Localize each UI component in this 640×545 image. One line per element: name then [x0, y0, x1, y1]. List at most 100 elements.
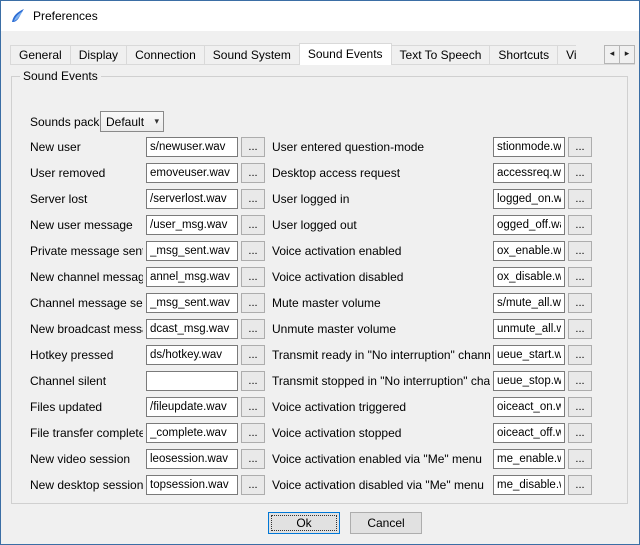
sound-file-input[interactable]: [493, 241, 565, 261]
sound-event-row: Mute master volume ...: [272, 293, 592, 313]
tab-sound-events[interactable]: Sound Events: [299, 43, 392, 65]
sound-file-input[interactable]: [493, 371, 565, 391]
browse-button[interactable]: ...: [568, 423, 592, 443]
sound-file-input[interactable]: [146, 449, 238, 469]
sound-file-input[interactable]: [493, 397, 565, 417]
sound-event-row: Unmute master volume ...: [272, 319, 592, 339]
tab-scroll-left-button[interactable]: ◂: [604, 45, 620, 64]
browse-button[interactable]: ...: [568, 215, 592, 235]
tab-scroll-right-button[interactable]: ▸: [619, 45, 635, 64]
sound-event-row: Voice activation enabled ...: [272, 241, 592, 261]
event-label: Channel message sent: [30, 296, 143, 310]
window-title: Preferences: [33, 9, 98, 23]
sound-event-row: Private message sent ...: [30, 241, 265, 261]
arrow-right-icon: ▸: [625, 49, 630, 59]
browse-button[interactable]: ...: [241, 163, 265, 183]
browse-button[interactable]: ...: [568, 137, 592, 157]
browse-button[interactable]: ...: [241, 345, 265, 365]
tab-shortcuts[interactable]: Shortcuts: [489, 45, 558, 65]
event-label: Private message sent: [30, 244, 143, 258]
sound-file-input[interactable]: [493, 449, 565, 469]
sound-event-row: New desktop session ...: [30, 475, 265, 495]
sound-file-input[interactable]: [146, 215, 238, 235]
tab-text-to-speech[interactable]: Text To Speech: [391, 45, 491, 65]
browse-button[interactable]: ...: [568, 319, 592, 339]
browse-button[interactable]: ...: [241, 215, 265, 235]
sound-file-input[interactable]: [146, 137, 238, 157]
title-bar: Preferences: [1, 1, 639, 31]
sound-file-input[interactable]: [493, 215, 565, 235]
sound-event-row: Channel silent ...: [30, 371, 265, 391]
browse-button[interactable]: ...: [568, 475, 592, 495]
browse-button[interactable]: ...: [568, 397, 592, 417]
sound-event-row: Desktop access request ...: [272, 163, 592, 183]
browse-button[interactable]: ...: [568, 449, 592, 469]
browse-button[interactable]: ...: [568, 267, 592, 287]
sound-file-input[interactable]: [146, 189, 238, 209]
arrow-left-icon: ◂: [610, 49, 615, 59]
browse-button[interactable]: ...: [241, 397, 265, 417]
sound-file-input[interactable]: [146, 423, 238, 443]
browse-button[interactable]: ...: [241, 475, 265, 495]
sound-file-input[interactable]: [493, 423, 565, 443]
tab-scrollers: ◂ ▸: [604, 45, 635, 64]
browse-button[interactable]: ...: [241, 189, 265, 209]
sound-file-input[interactable]: [493, 189, 565, 209]
tab-connection[interactable]: Connection: [126, 45, 205, 65]
browse-button[interactable]: ...: [241, 293, 265, 313]
browse-button[interactable]: ...: [241, 449, 265, 469]
event-label: New channel message: [30, 270, 143, 284]
sound-event-row: Voice activation stopped ...: [272, 423, 592, 443]
event-label: Voice activation disabled: [272, 270, 490, 284]
event-label: New user message: [30, 218, 143, 232]
browse-button[interactable]: ...: [568, 163, 592, 183]
tab-video[interactable]: Video: [557, 45, 576, 65]
sound-event-row: User logged out ...: [272, 215, 592, 235]
sound-file-input[interactable]: [493, 293, 565, 313]
sound-file-input[interactable]: [146, 475, 238, 495]
sound-file-input[interactable]: [146, 345, 238, 365]
browse-button[interactable]: ...: [568, 189, 592, 209]
browse-button[interactable]: ...: [241, 423, 265, 443]
sound-event-row: User entered question-mode ...: [272, 137, 592, 157]
sound-file-input[interactable]: [493, 267, 565, 287]
sound-file-input[interactable]: [146, 319, 238, 339]
browse-button[interactable]: ...: [241, 267, 265, 287]
sound-event-row: Transmit stopped in "No interruption" ch…: [272, 371, 592, 391]
sound-event-row: New video session ...: [30, 449, 265, 469]
cancel-button[interactable]: Cancel: [350, 512, 422, 534]
browse-button[interactable]: ...: [568, 293, 592, 313]
sound-file-input[interactable]: [493, 137, 565, 157]
browse-button[interactable]: ...: [241, 241, 265, 261]
event-label: Unmute master volume: [272, 322, 490, 336]
sound-file-input[interactable]: [146, 397, 238, 417]
browse-button[interactable]: ...: [241, 137, 265, 157]
browse-button[interactable]: ...: [568, 371, 592, 391]
event-label: User logged in: [272, 192, 490, 206]
sound-file-input[interactable]: [493, 475, 565, 495]
sound-file-input[interactable]: [146, 163, 238, 183]
sound-file-input[interactable]: [146, 267, 238, 287]
sound-file-input[interactable]: [493, 345, 565, 365]
tabs-strip: GeneralDisplayConnectionSound SystemSoun…: [10, 43, 576, 65]
sounds-pack-select[interactable]: Default ▾: [100, 111, 164, 132]
event-label: New user: [30, 140, 143, 154]
sound-file-input[interactable]: [493, 319, 565, 339]
sound-event-row: New user ...: [30, 137, 265, 157]
tab-display[interactable]: Display: [70, 45, 127, 65]
browse-button[interactable]: ...: [568, 241, 592, 261]
browse-button[interactable]: ...: [241, 319, 265, 339]
tab-sound-system[interactable]: Sound System: [204, 45, 300, 65]
browse-button[interactable]: ...: [241, 371, 265, 391]
sound-file-input[interactable]: [146, 293, 238, 313]
browse-button[interactable]: ...: [568, 345, 592, 365]
sound-file-input[interactable]: [146, 241, 238, 261]
right-event-column: User entered question-mode ... Desktop a…: [272, 137, 592, 501]
event-label: Files updated: [30, 400, 143, 414]
ok-button[interactable]: Ok: [268, 512, 340, 534]
sounds-pack-value: Default: [106, 115, 154, 129]
tab-general[interactable]: General: [10, 45, 71, 65]
sound-file-input[interactable]: [146, 371, 238, 391]
sound-event-row: New broadcast message ...: [30, 319, 265, 339]
sound-file-input[interactable]: [493, 163, 565, 183]
